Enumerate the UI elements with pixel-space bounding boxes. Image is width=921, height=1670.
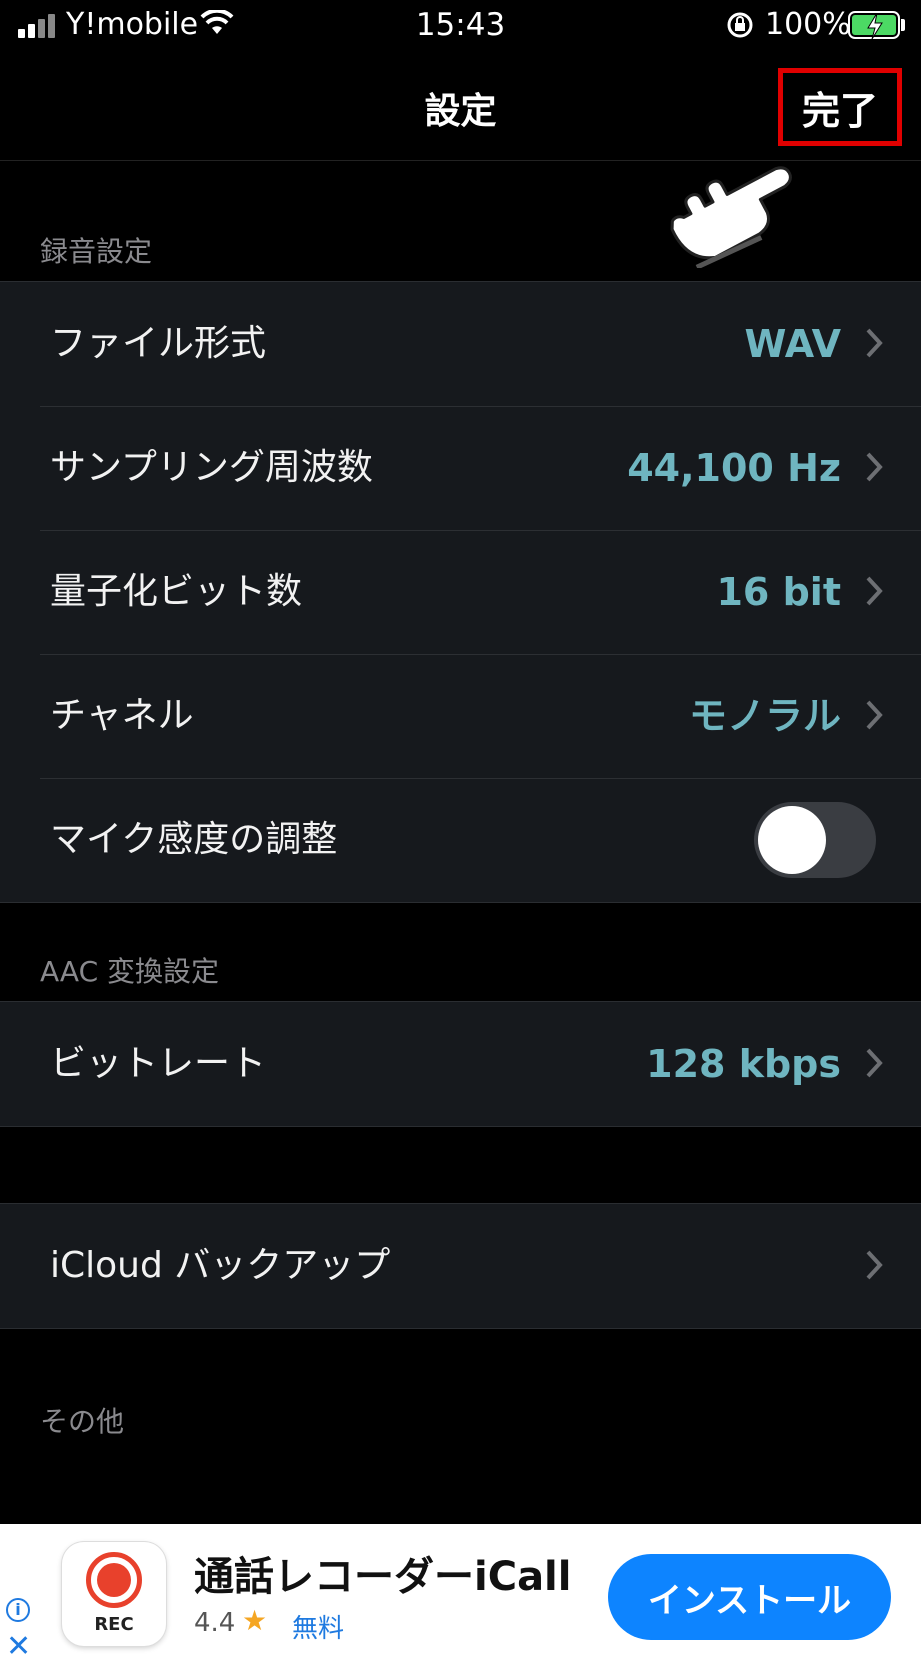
bitrate-row[interactable]: ビットレート 128 kbps [0,1002,921,1126]
sampling-rate-row[interactable]: サンプリング周波数 44,100 Hz [0,406,921,530]
icloud-backup-row[interactable]: iCloud バックアップ [0,1204,921,1328]
app-icon-text: REC [94,1614,134,1635]
row-label: ビットレート [50,1043,267,1084]
section-header-recording: 録音設定 [40,235,153,268]
row-value: 128 kbps [646,1042,841,1086]
section-header-other: その他 [40,1405,125,1438]
row-value: モノラル [688,694,841,738]
aac-settings-group: ビットレート 128 kbps [0,1001,921,1127]
ad-price: 無料 [292,1614,345,1644]
row-label: iCloud バックアップ [50,1245,391,1286]
orientation-lock-icon [727,12,753,38]
record-dot [97,1563,131,1597]
battery-tip [901,19,905,31]
row-label: 量子化ビット数 [50,571,303,612]
info-icon[interactable]: i [6,1598,30,1622]
row-label: ファイル形式 [50,323,267,364]
chevron-right-icon [866,452,883,482]
chevron-right-icon [866,700,883,730]
close-icon[interactable]: ✕ [6,1632,31,1662]
file-format-row[interactable]: ファイル形式 WAV [0,282,921,406]
row-label: チャネル [50,695,194,736]
ad-rating: 4.4 [194,1608,236,1638]
chevron-right-icon [866,1048,883,1078]
toggle-knob [758,806,826,874]
done-button[interactable]: 完了 [778,68,902,146]
ad-title[interactable]: 通話レコーダーiCall [194,1544,571,1602]
install-button[interactable]: インストール [608,1554,891,1640]
bit-depth-row[interactable]: 量子化ビット数 16 bit [0,530,921,654]
pointing-hand-icon [670,166,792,268]
chevron-right-icon [866,1250,883,1280]
navigation-bar: 設定 完了 [0,52,921,268]
chevron-right-icon [866,328,883,358]
status-bar: Y!mobile 15:43 100% [0,0,921,52]
recording-settings-group: ファイル形式 WAV サンプリング周波数 44,100 Hz 量子化ビット数 1… [0,281,921,903]
row-value: 44,100 Hz [627,446,841,490]
mic-sensitivity-toggle[interactable] [754,802,876,878]
channel-row[interactable]: チャネル モノラル [0,654,921,778]
row-value: WAV [744,322,841,366]
backup-group: iCloud バックアップ [0,1203,921,1329]
ad-banner[interactable]: i ✕ REC 通話レコーダーiCall 4.4 ★ 無料 インストール [0,1524,921,1670]
battery-charging-icon [848,11,900,39]
chevron-right-icon [866,576,883,606]
ad-app-icon[interactable]: REC [62,1542,166,1646]
row-value: 16 bit [716,570,841,614]
section-header-aac: AAC 変換設定 [40,955,220,988]
row-label: マイク感度の調整 [50,819,338,860]
battery-percentage: 100% [765,7,851,42]
mic-sensitivity-row: マイク感度の調整 [0,778,921,902]
star-icon: ★ [242,1604,268,1637]
row-label: サンプリング周波数 [50,447,373,488]
